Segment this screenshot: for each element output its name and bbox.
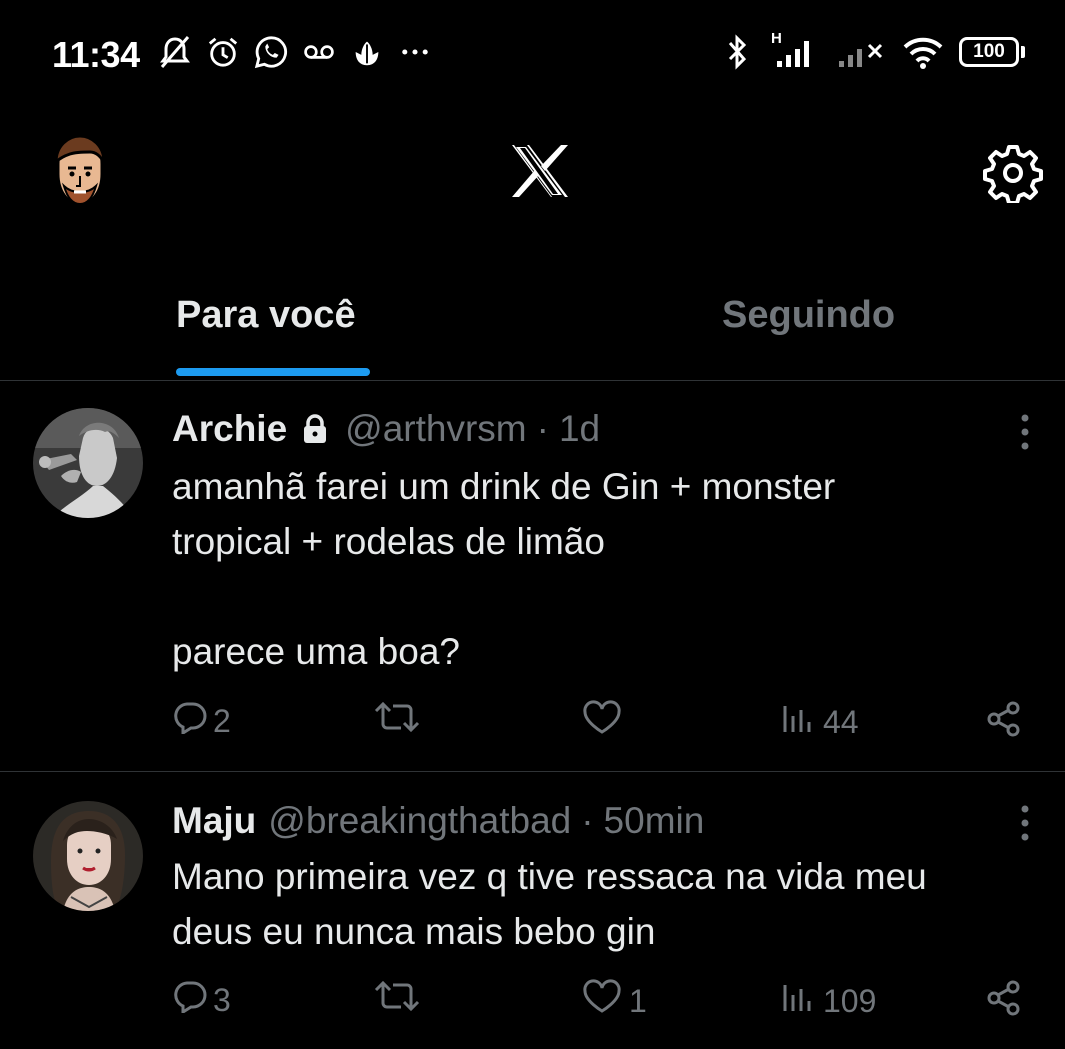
tweet-header: Archie @arthvrsm · 1d <box>172 408 600 450</box>
alarm-clock-icon <box>206 34 240 70</box>
like-button[interactable]: 1 <box>581 979 647 1023</box>
reply-count: 3 <box>213 981 231 1018</box>
retweet-button[interactable] <box>373 700 427 742</box>
share-button[interactable] <box>985 979 1023 1025</box>
views-count: 109 <box>823 982 877 1019</box>
status-time: 11:34 <box>52 34 140 75</box>
more-options-icon[interactable] <box>1010 412 1040 452</box>
status-bar: 11:34 H 100 <box>0 0 1065 110</box>
views-count: 44 <box>823 703 859 740</box>
share-icon <box>985 979 1023 1025</box>
signal-no-service-icon <box>835 34 887 70</box>
views-button[interactable]: 109 <box>781 979 876 1023</box>
tab-for-you[interactable]: Para você <box>176 294 356 337</box>
tweet-header: Maju @breakingthatbad · 50min <box>172 800 704 842</box>
lock-icon <box>301 414 329 444</box>
gear-icon[interactable] <box>983 143 1043 205</box>
reply-count: 2 <box>213 702 231 739</box>
x-logo-icon[interactable] <box>510 143 570 199</box>
reply-button[interactable]: 2 <box>173 700 231 742</box>
notification-icons <box>158 34 432 70</box>
whatsapp-icon <box>254 34 288 70</box>
avatar[interactable] <box>33 801 143 911</box>
tweet-actions: 3 1 109 <box>0 979 1065 1029</box>
tweet-text: amanhã farei um drink de Gin + monster t… <box>172 466 836 672</box>
reply-icon <box>173 979 207 1021</box>
tweet-actions: 2 44 <box>0 700 1065 750</box>
tweet-text: Mano primeira vez q tive ressaca na vida… <box>172 856 927 952</box>
display-name[interactable]: Maju <box>172 800 256 842</box>
battery-level: 100 <box>959 37 1019 67</box>
handle[interactable]: @breakingthatbad <box>268 800 571 842</box>
heart-icon <box>581 700 623 744</box>
reply-button[interactable]: 3 <box>173 979 231 1021</box>
avatar[interactable] <box>33 408 143 518</box>
share-icon <box>985 700 1023 746</box>
tweet[interactable]: Maju @breakingthatbad · 50min Mano prime… <box>0 773 1065 1049</box>
timeline-tabs: Para você Seguindo <box>0 270 1065 381</box>
voicemail-icon <box>302 34 336 70</box>
heart-icon <box>581 979 623 1023</box>
views-button[interactable]: 44 <box>781 700 859 744</box>
timestamp[interactable]: 50min <box>604 800 705 842</box>
views-icon <box>781 979 817 1023</box>
share-button[interactable] <box>985 700 1023 746</box>
signal-type-label: H <box>771 30 782 47</box>
display-name[interactable]: Archie <box>172 408 287 450</box>
like-count: 1 <box>629 982 647 1019</box>
profile-avatar-button[interactable] <box>48 134 112 210</box>
alarm-off-icon <box>158 34 192 70</box>
separator: · <box>536 408 549 449</box>
reply-icon <box>173 700 207 742</box>
handle[interactable]: @arthvrsm <box>345 408 526 450</box>
retweet-icon <box>373 700 421 742</box>
views-icon <box>781 700 817 744</box>
app-header <box>0 110 1065 240</box>
tweet[interactable]: Archie @arthvrsm · 1d amanhã farei um dr… <box>0 382 1065 772</box>
more-options-icon[interactable] <box>1010 803 1040 843</box>
active-tab-indicator <box>176 368 370 376</box>
wifi-icon <box>901 34 945 70</box>
bluetooth-icon <box>721 34 755 70</box>
more-notifications-icon <box>398 34 432 70</box>
timestamp[interactable]: 1d <box>559 408 600 450</box>
battery-icon: 100 <box>959 37 1025 67</box>
separator: · <box>581 800 594 841</box>
retweet-button[interactable] <box>373 979 427 1021</box>
tulip-icon <box>350 34 384 70</box>
like-button[interactable] <box>581 700 629 744</box>
system-icons: H 100 <box>721 30 1025 70</box>
tab-following[interactable]: Seguindo <box>722 294 895 337</box>
signal-icon: H <box>769 30 821 70</box>
retweet-icon <box>373 979 421 1021</box>
